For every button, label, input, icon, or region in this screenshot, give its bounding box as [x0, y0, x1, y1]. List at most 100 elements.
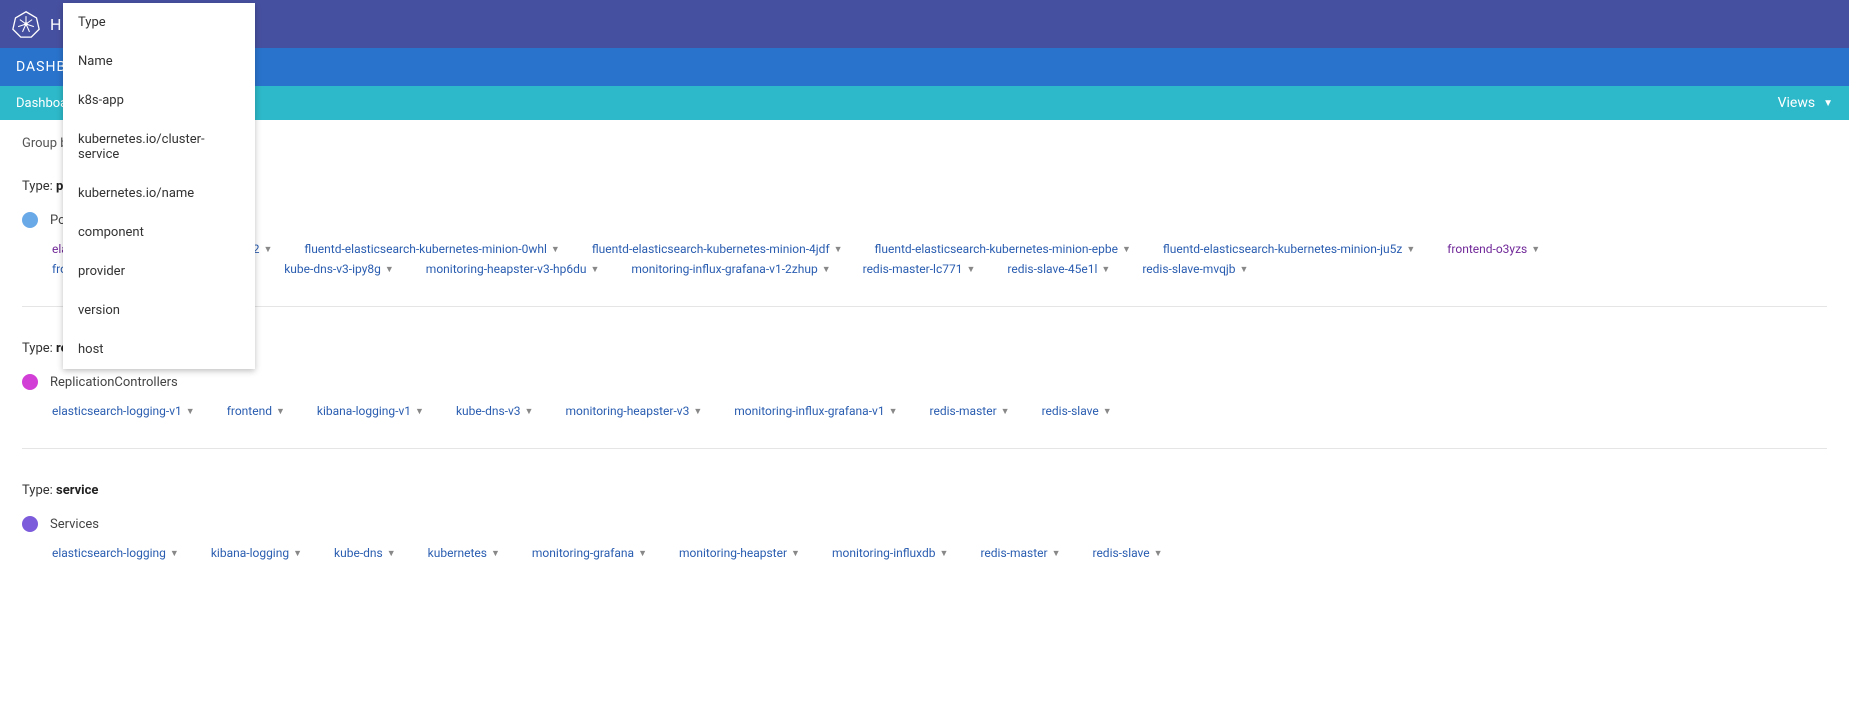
- resource-link-label: fluentd-elasticsearch-kubernetes-minion-…: [592, 242, 830, 256]
- chevron-down-icon: ▼: [1406, 244, 1415, 255]
- type-section: Type: repReplicationControllerselasticse…: [22, 341, 1827, 418]
- breadcrumb-bar: Dashboa Views ▼: [0, 86, 1849, 120]
- chevron-down-icon: ▼: [415, 406, 424, 417]
- chevron-down-icon: ▼: [1531, 244, 1540, 255]
- chevron-down-icon: ▼: [940, 548, 949, 559]
- resource-link[interactable]: fluentd-elasticsearch-kubernetes-minion-…: [592, 242, 843, 256]
- dropdown-option[interactable]: Name: [63, 42, 255, 81]
- chevron-down-icon: ▼: [822, 264, 831, 275]
- chevron-down-icon: ▼: [1154, 548, 1163, 559]
- chevron-down-icon: ▼: [525, 406, 534, 417]
- content-area: Group by Type: poPoela▼sticsearch-loggin…: [0, 120, 1849, 592]
- chevron-down-icon: ▼: [1103, 406, 1112, 417]
- resource-link-label: elasticsearch-logging-v1: [52, 404, 182, 418]
- resource-link[interactable]: monitoring-grafana▼: [532, 546, 647, 560]
- resource-link[interactable]: kube-dns-v3 ▼: [456, 404, 534, 418]
- resource-link-label: redis-master: [980, 546, 1047, 560]
- resource-link[interactable]: redis-master-lc771▼: [863, 262, 976, 276]
- resource-link-label: monitoring-influx-grafana-v1: [734, 404, 884, 418]
- resource-link[interactable]: redis-slave ▼: [1092, 546, 1162, 560]
- chevron-down-icon: ▼: [590, 264, 599, 275]
- chevron-down-icon: ▼: [1101, 264, 1110, 275]
- chevron-down-icon: ▼: [385, 264, 394, 275]
- resource-link[interactable]: redis-slave▼: [1042, 404, 1112, 418]
- dropdown-option[interactable]: component: [63, 213, 255, 252]
- resource-link[interactable]: fluentd-elasticsearch-kubernetes-minion-…: [304, 242, 559, 256]
- resource-link-label: kube-dns-v3: [456, 404, 521, 418]
- resource-link[interactable]: frontend▼: [227, 404, 285, 418]
- resource-link-label: redis-master: [930, 404, 997, 418]
- chevron-down-icon: ▼: [186, 406, 195, 417]
- chevron-down-icon: ▼: [889, 406, 898, 417]
- resource-link-label: monitoring-heapster-v3: [565, 404, 689, 418]
- resource-link[interactable]: kube-dns-v3-ipy8g ▼: [284, 262, 394, 276]
- chevron-down-icon: ▼: [693, 406, 702, 417]
- resource-link-label: redis-slave-45e1l: [1007, 262, 1097, 276]
- resource-link[interactable]: monitoring-influx-grafana-v1-2zhup▼: [631, 262, 830, 276]
- resource-link[interactable]: monitoring-heapster-v3-hp6du▼: [426, 262, 600, 276]
- chevron-down-icon: ▼: [387, 548, 396, 559]
- resource-link-label: monitoring-influxdb: [832, 546, 936, 560]
- resource-link[interactable]: kube-dns▼: [334, 546, 396, 560]
- resource-link[interactable]: kibana-logging▼: [211, 546, 302, 560]
- resource-link[interactable]: fluentd-elasticsearch-kubernetes-minion-…: [875, 242, 1131, 256]
- resource-link-label: frontend: [227, 404, 272, 418]
- resource-link-label: monitoring-heapster-v3-hp6du: [426, 262, 587, 276]
- dropdown-option[interactable]: kubernetes.io/name: [63, 174, 255, 213]
- resource-link[interactable]: redis-slave-45e1l ▼: [1007, 262, 1110, 276]
- type-section: Type: serviceServiceselasticsearch-loggi…: [22, 483, 1827, 560]
- chevron-down-icon: ▼: [1823, 98, 1833, 109]
- category-name: Services: [50, 517, 99, 532]
- resource-link-label: redis-slave: [1092, 546, 1149, 560]
- views-dropdown[interactable]: Views ▼: [1778, 95, 1833, 111]
- chevron-down-icon: ▼: [791, 548, 800, 559]
- resource-link[interactable]: kubernetes ▼: [428, 546, 500, 560]
- chevron-down-icon: ▼: [1122, 244, 1131, 255]
- breadcrumb[interactable]: Dashboa: [16, 96, 67, 111]
- dropdown-option[interactable]: provider: [63, 252, 255, 291]
- resource-link-label: redis-slave-mvqjb: [1142, 262, 1235, 276]
- top-bar: H: [0, 0, 1849, 48]
- resource-link-label: monitoring-heapster: [679, 546, 787, 560]
- resource-link-label: kube-dns-v3-ipy8g: [284, 262, 381, 276]
- resource-link-label: kibana-logging-v1: [317, 404, 411, 418]
- resource-link[interactable]: kibana-logging-v1 ▼: [317, 404, 424, 418]
- chevron-down-icon: ▼: [638, 548, 647, 559]
- category-row: Services: [22, 516, 1827, 532]
- resource-link-label: kubernetes: [428, 546, 487, 560]
- resource-link[interactable]: monitoring-influx-grafana-v1 ▼: [734, 404, 897, 418]
- resource-link[interactable]: redis-master▼: [980, 546, 1060, 560]
- category-row: Po: [22, 212, 1827, 228]
- group-by-label: Group by: [22, 136, 1827, 151]
- chevron-down-icon: ▼: [1001, 406, 1010, 417]
- resource-link[interactable]: elasticsearch-logging ▼: [52, 546, 179, 560]
- resource-link-label: fluentd-elasticsearch-kubernetes-minion-…: [1163, 242, 1402, 256]
- resource-link-label: fluentd-elasticsearch-kubernetes-minion-…: [304, 242, 547, 256]
- dropdown-option[interactable]: k8s-app: [63, 81, 255, 120]
- category-name: ReplicationControllers: [50, 375, 178, 390]
- chevron-down-icon: ▼: [551, 244, 560, 255]
- dropdown-option[interactable]: version: [63, 291, 255, 330]
- resource-link[interactable]: frontend-o3yzs▼: [1447, 242, 1540, 256]
- resource-link[interactable]: redis-master ▼: [930, 404, 1010, 418]
- category-dot-icon: [22, 516, 38, 532]
- resource-link[interactable]: elasticsearch-logging-v1 ▼: [52, 404, 195, 418]
- resource-link-label: fluentd-elasticsearch-kubernetes-minion-…: [875, 242, 1118, 256]
- dropdown-option[interactable]: Type: [63, 3, 255, 42]
- resource-link-label: kibana-logging: [211, 546, 289, 560]
- resource-link[interactable]: monitoring-heapster ▼: [679, 546, 800, 560]
- resource-link[interactable]: monitoring-heapster-v3 ▼: [565, 404, 702, 418]
- type-label: Type: po: [22, 179, 1827, 194]
- group-by-dropdown-menu[interactable]: TypeNamek8s-appkubernetes.io/cluster-ser…: [63, 3, 255, 369]
- chevron-down-icon: ▼: [491, 548, 500, 559]
- resource-link[interactable]: fluentd-elasticsearch-kubernetes-minion-…: [1163, 242, 1415, 256]
- resource-link-label: elasticsearch-logging: [52, 546, 166, 560]
- resource-link[interactable]: monitoring-influxdb ▼: [832, 546, 948, 560]
- kubernetes-logo-icon: [12, 10, 40, 38]
- chevron-down-icon: ▼: [170, 548, 179, 559]
- section-divider: [22, 306, 1827, 307]
- dropdown-option[interactable]: kubernetes.io/cluster-service: [63, 120, 255, 174]
- resource-link[interactable]: redis-slave-mvqjb▼: [1142, 262, 1248, 276]
- category-dot-icon: [22, 212, 38, 228]
- dropdown-option[interactable]: host: [63, 330, 255, 369]
